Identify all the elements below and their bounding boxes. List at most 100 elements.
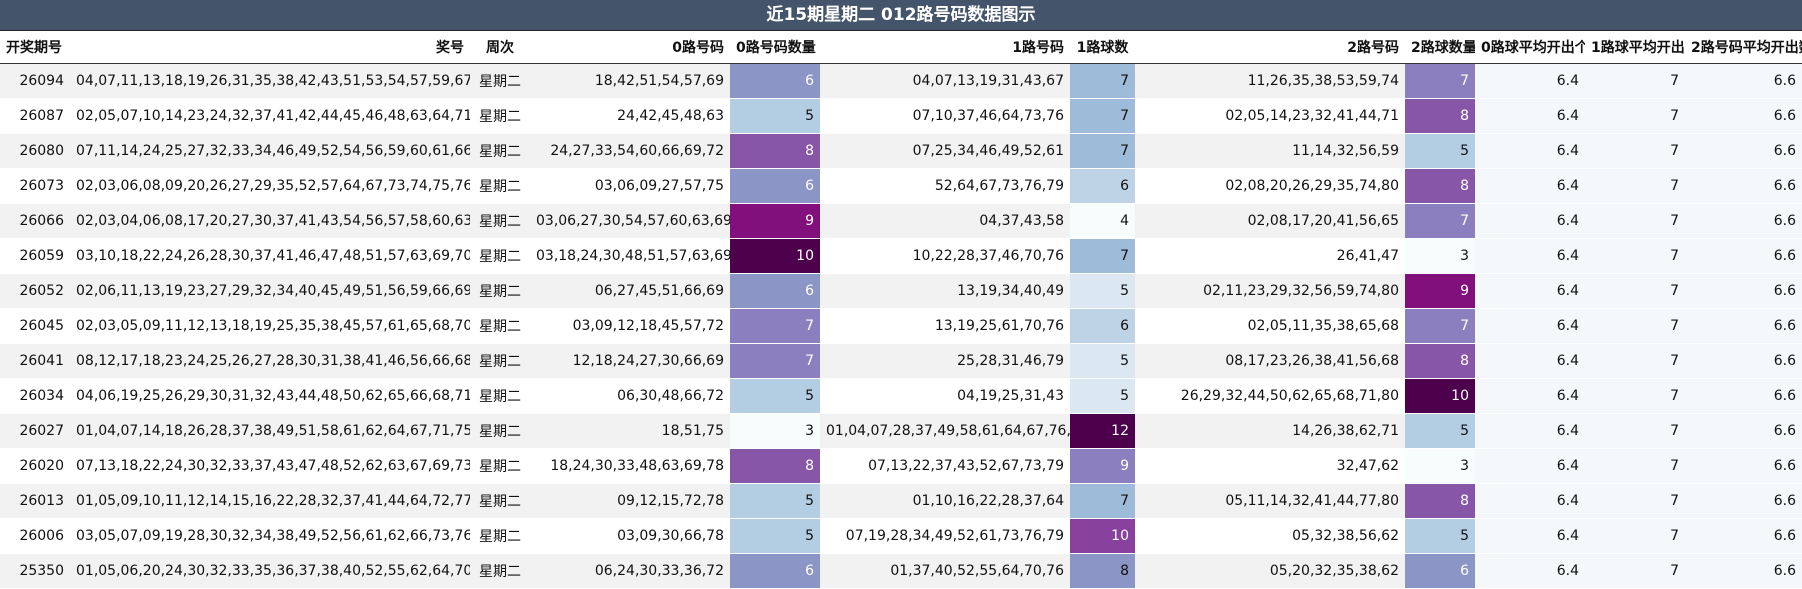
cell-route1-numbers[interactable]: 04,19,25,31,43 xyxy=(820,378,1070,414)
cell-route1-numbers[interactable]: 13,19,34,40,49 xyxy=(820,273,1070,309)
cell-winning-numbers[interactable]: 01,05,06,20,24,30,32,33,35,36,37,38,40,5… xyxy=(70,553,470,589)
cell-route0-average[interactable]: 6.4 xyxy=(1475,63,1585,99)
cell-route0-average[interactable]: 6.4 xyxy=(1475,378,1585,414)
cell-winning-numbers[interactable]: 03,10,18,22,24,26,28,30,37,41,46,47,48,5… xyxy=(70,238,470,274)
cell-route1-numbers[interactable]: 01,04,07,28,37,49,58,61,64,67,76,79 xyxy=(820,413,1070,449)
cell-winning-numbers[interactable]: 07,13,18,22,24,30,32,33,37,43,47,48,52,6… xyxy=(70,448,470,484)
cell-route2-count[interactable]: 8 xyxy=(1405,168,1475,204)
cell-route1-count[interactable]: 5 xyxy=(1070,378,1135,414)
cell-route2-count[interactable]: 5 xyxy=(1405,133,1475,169)
cell-route2-count[interactable]: 9 xyxy=(1405,273,1475,309)
cell-route0-numbers[interactable]: 09,12,15,72,78 xyxy=(530,483,730,519)
cell-weekday[interactable]: 星期二 xyxy=(470,343,530,379)
cell-route0-average[interactable]: 6.4 xyxy=(1475,448,1585,484)
cell-route0-numbers[interactable]: 03,18,24,30,48,51,57,63,69,75 xyxy=(530,238,730,274)
cell-route0-average[interactable]: 6.4 xyxy=(1475,413,1585,449)
cell-route1-average[interactable]: 7 xyxy=(1585,483,1685,519)
cell-route2-average[interactable]: 6.6 xyxy=(1685,518,1802,554)
cell-route0-count[interactable]: 7 xyxy=(730,308,820,344)
cell-route1-average[interactable]: 7 xyxy=(1585,448,1685,484)
cell-weekday[interactable]: 星期二 xyxy=(470,308,530,344)
cell-route0-average[interactable]: 6.4 xyxy=(1475,203,1585,239)
cell-route2-numbers[interactable]: 02,08,20,26,29,35,74,80 xyxy=(1135,168,1405,204)
cell-route0-average[interactable]: 6.4 xyxy=(1475,168,1585,204)
cell-route0-count[interactable]: 6 xyxy=(730,63,820,99)
cell-draw-number[interactable]: 25350 xyxy=(0,553,70,589)
cell-route2-numbers[interactable]: 11,26,35,38,53,59,74 xyxy=(1135,63,1405,99)
cell-route1-average[interactable]: 7 xyxy=(1585,238,1685,274)
cell-route2-average[interactable]: 6.6 xyxy=(1685,553,1802,589)
cell-route1-numbers[interactable]: 07,25,34,46,49,52,61 xyxy=(820,133,1070,169)
cell-route1-numbers[interactable]: 04,37,43,58 xyxy=(820,203,1070,239)
cell-route1-numbers[interactable]: 25,28,31,46,79 xyxy=(820,343,1070,379)
cell-route1-count[interactable]: 6 xyxy=(1070,168,1135,204)
cell-route2-numbers[interactable]: 02,11,23,29,32,56,59,74,80 xyxy=(1135,273,1405,309)
cell-winning-numbers[interactable]: 02,03,04,06,08,17,20,27,30,37,41,43,54,5… xyxy=(70,203,470,239)
cell-route0-average[interactable]: 6.4 xyxy=(1475,553,1585,589)
cell-route2-numbers[interactable]: 05,32,38,56,62 xyxy=(1135,518,1405,554)
cell-route0-count[interactable]: 5 xyxy=(730,483,820,519)
header-draw-number[interactable]: 开奖期号 xyxy=(0,31,70,64)
cell-route1-count[interactable]: 9 xyxy=(1070,448,1135,484)
header-route0-count[interactable]: 0路号码数量 xyxy=(730,31,820,64)
cell-route1-average[interactable]: 7 xyxy=(1585,273,1685,309)
cell-route0-count[interactable]: 8 xyxy=(730,448,820,484)
cell-route1-average[interactable]: 7 xyxy=(1585,63,1685,99)
cell-winning-numbers[interactable]: 02,03,06,08,09,20,26,27,29,35,52,57,64,6… xyxy=(70,168,470,204)
cell-route1-numbers[interactable]: 07,10,37,46,64,73,76 xyxy=(820,98,1070,134)
cell-draw-number[interactable]: 26027 xyxy=(0,413,70,449)
cell-route2-average[interactable]: 6.6 xyxy=(1685,98,1802,134)
cell-route0-count[interactable]: 5 xyxy=(730,378,820,414)
cell-winning-numbers[interactable]: 02,03,05,09,11,12,13,18,19,25,35,38,45,5… xyxy=(70,308,470,344)
cell-route2-average[interactable]: 6.6 xyxy=(1685,133,1802,169)
cell-route2-count[interactable]: 7 xyxy=(1405,308,1475,344)
cell-weekday[interactable]: 星期二 xyxy=(470,553,530,589)
cell-weekday[interactable]: 星期二 xyxy=(470,448,530,484)
cell-route2-count[interactable]: 5 xyxy=(1405,518,1475,554)
cell-route0-numbers[interactable]: 03,06,09,27,57,75 xyxy=(530,168,730,204)
cell-winning-numbers[interactable]: 04,07,11,13,18,19,26,31,35,38,42,43,51,5… xyxy=(70,63,470,99)
cell-weekday[interactable]: 星期二 xyxy=(470,63,530,99)
cell-winning-numbers[interactable]: 08,12,17,18,23,24,25,26,27,28,30,31,38,4… xyxy=(70,343,470,379)
cell-draw-number[interactable]: 26020 xyxy=(0,448,70,484)
cell-route0-count[interactable]: 6 xyxy=(730,553,820,589)
cell-route1-average[interactable]: 7 xyxy=(1585,518,1685,554)
cell-route1-count[interactable]: 7 xyxy=(1070,133,1135,169)
cell-weekday[interactable]: 星期二 xyxy=(470,518,530,554)
cell-route1-numbers[interactable]: 07,13,22,37,43,52,67,73,79 xyxy=(820,448,1070,484)
cell-winning-numbers[interactable]: 01,05,09,10,11,12,14,15,16,22,28,32,37,4… xyxy=(70,483,470,519)
cell-route0-numbers[interactable]: 06,30,48,66,72 xyxy=(530,378,730,414)
cell-draw-number[interactable]: 26006 xyxy=(0,518,70,554)
cell-winning-numbers[interactable]: 02,05,07,10,14,23,24,32,37,41,42,44,45,4… xyxy=(70,98,470,134)
cell-weekday[interactable]: 星期二 xyxy=(470,378,530,414)
cell-draw-number[interactable]: 26094 xyxy=(0,63,70,99)
cell-route1-count[interactable]: 8 xyxy=(1070,553,1135,589)
cell-route0-numbers[interactable]: 12,18,24,27,30,66,69 xyxy=(530,343,730,379)
cell-route2-average[interactable]: 6.6 xyxy=(1685,413,1802,449)
header-route0-average[interactable]: 0路球平均开出个数 xyxy=(1475,31,1585,64)
cell-route1-count[interactable]: 5 xyxy=(1070,343,1135,379)
cell-weekday[interactable]: 星期二 xyxy=(470,483,530,519)
cell-winning-numbers[interactable]: 03,05,07,09,19,28,30,32,34,38,49,52,56,6… xyxy=(70,518,470,554)
cell-route0-numbers[interactable]: 18,51,75 xyxy=(530,413,730,449)
header-route2-numbers[interactable]: 2路号码 xyxy=(1135,31,1405,64)
cell-route0-numbers[interactable]: 24,27,33,54,60,66,69,72 xyxy=(530,133,730,169)
cell-weekday[interactable]: 星期二 xyxy=(470,168,530,204)
cell-route0-count[interactable]: 3 xyxy=(730,413,820,449)
cell-route0-count[interactable]: 10 xyxy=(730,238,820,274)
cell-winning-numbers[interactable]: 02,06,11,13,19,23,27,29,32,34,40,45,49,5… xyxy=(70,273,470,309)
cell-draw-number[interactable]: 26087 xyxy=(0,98,70,134)
cell-draw-number[interactable]: 26034 xyxy=(0,378,70,414)
cell-route1-count[interactable]: 7 xyxy=(1070,63,1135,99)
cell-weekday[interactable]: 星期二 xyxy=(470,413,530,449)
cell-route0-average[interactable]: 6.4 xyxy=(1475,483,1585,519)
cell-route1-count[interactable]: 5 xyxy=(1070,273,1135,309)
cell-route0-numbers[interactable]: 24,42,45,48,63 xyxy=(530,98,730,134)
cell-route2-average[interactable]: 6.6 xyxy=(1685,63,1802,99)
cell-route1-count[interactable]: 10 xyxy=(1070,518,1135,554)
cell-route1-count[interactable]: 7 xyxy=(1070,98,1135,134)
cell-route1-average[interactable]: 7 xyxy=(1585,133,1685,169)
cell-route2-numbers[interactable]: 26,41,47 xyxy=(1135,238,1405,274)
cell-winning-numbers[interactable]: 04,06,19,25,26,29,30,31,32,43,44,48,50,6… xyxy=(70,378,470,414)
cell-route0-numbers[interactable]: 03,09,30,66,78 xyxy=(530,518,730,554)
